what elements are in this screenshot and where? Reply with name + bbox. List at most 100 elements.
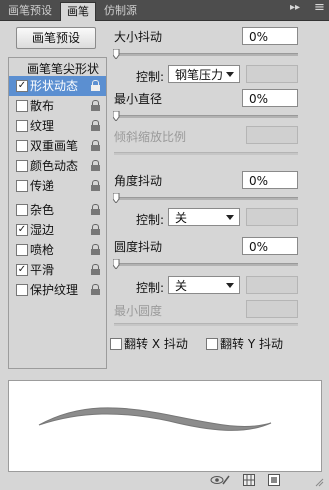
checkbox-smoothing[interactable]: ✓ (16, 264, 28, 276)
lock-icon[interactable] (91, 224, 100, 235)
tab-brush-presets[interactable]: 画笔预设 (2, 2, 58, 20)
panel-tab-bar: 画笔预设 画笔 仿制源 ▸▸ ≡ (0, 0, 329, 21)
list-item-noise[interactable]: 杂色 (9, 200, 106, 220)
list-item-airbrush[interactable]: 喷枪 (9, 240, 106, 260)
min-diameter-slider[interactable] (114, 115, 298, 118)
tilt-scale-slider (114, 152, 298, 155)
list-item-label: 保护纹理 (30, 283, 79, 297)
tab-clone-source[interactable]: 仿制源 (98, 2, 143, 20)
tab-brush[interactable]: 画笔 (60, 2, 96, 21)
list-item-dual-brush[interactable]: 双重画笔 (9, 136, 106, 156)
size-control-value: 钢笔压力 (175, 68, 224, 82)
checkbox-transfer[interactable] (16, 180, 28, 192)
angle-control-value: 关 (175, 211, 188, 225)
tilt-scale-field (246, 126, 298, 144)
lock-icon[interactable] (91, 160, 100, 171)
list-item-label: 散布 (30, 99, 55, 113)
collapse-icon[interactable]: ▸▸ (290, 2, 300, 13)
angle-jitter-label: 角度抖动 (114, 174, 163, 188)
size-jitter-label: 大小抖动 (114, 30, 163, 44)
flip-y-checkbox[interactable] (206, 338, 218, 350)
list-item-label: 颜色动态 (30, 159, 79, 173)
brush-presets-button[interactable]: 画笔预设 (16, 27, 96, 49)
min-diameter-field[interactable]: 0% (242, 89, 298, 107)
flip-y-label: 翻转 Y 抖动 (220, 337, 283, 351)
size-control-fade-field (246, 65, 298, 83)
chevron-down-icon (226, 215, 234, 220)
bottom-toolbar (0, 473, 329, 488)
size-control-select[interactable]: 钢笔压力 (168, 65, 240, 83)
list-item-label: 双重画笔 (30, 139, 79, 153)
roundness-jitter-field[interactable]: 0% (242, 237, 298, 255)
roundness-jitter-label: 圆度抖动 (114, 240, 163, 254)
eye-brush-icon[interactable] (210, 474, 230, 489)
lock-icon[interactable] (91, 80, 100, 91)
panel-menu-icon[interactable]: ≡ (314, 0, 325, 15)
roundness-jitter-slider[interactable] (114, 263, 298, 266)
flip-x-label: 翻转 X 抖动 (124, 337, 188, 351)
angle-control-select[interactable]: 关 (168, 208, 240, 226)
size-control-label: 控制: (136, 70, 165, 84)
brush-stroke-preview-graphic (38, 407, 272, 431)
roundness-jitter-slider-thumb[interactable] (113, 259, 120, 269)
angle-control-label: 控制: (136, 213, 165, 227)
lock-icon[interactable] (91, 284, 100, 295)
list-item-label: 喷枪 (30, 243, 55, 257)
list-item-smoothing[interactable]: ✓ 平滑 (9, 260, 106, 280)
roundness-control-select[interactable]: 关 (168, 276, 240, 294)
tab-label: 仿制源 (104, 4, 137, 17)
brush-stroke-preview (8, 380, 322, 472)
grid-icon[interactable] (243, 474, 255, 489)
list-item-transfer[interactable]: 传递 (9, 176, 106, 196)
checkbox-dual-brush[interactable] (16, 140, 28, 152)
min-diameter-slider-thumb[interactable] (113, 111, 120, 121)
roundness-control-fade-field (246, 276, 298, 294)
list-item-label: 湿边 (30, 223, 55, 237)
checkbox-noise[interactable] (16, 204, 28, 216)
angle-jitter-slider[interactable] (114, 197, 298, 200)
checkbox-color-dynamics[interactable] (16, 160, 28, 172)
lock-icon[interactable] (91, 120, 100, 131)
chevron-down-icon (226, 72, 234, 77)
lock-icon[interactable] (91, 100, 100, 111)
size-jitter-field[interactable]: 0% (242, 27, 298, 45)
lock-icon[interactable] (91, 244, 100, 255)
min-roundness-field (246, 300, 298, 318)
flip-x-checkbox[interactable] (110, 338, 122, 350)
checkbox-scattering[interactable] (16, 100, 28, 112)
list-item-scattering[interactable]: 散布 (9, 96, 106, 116)
angle-control-fade-field (246, 208, 298, 226)
tab-label: 画笔 (67, 5, 89, 18)
checkbox-protect-texture[interactable] (16, 284, 28, 296)
list-item-label: 纹理 (30, 119, 55, 133)
checkbox-texture[interactable] (16, 120, 28, 132)
list-item-label: 杂色 (30, 203, 55, 217)
lock-icon[interactable] (91, 264, 100, 275)
angle-jitter-slider-thumb[interactable] (113, 193, 120, 203)
checkbox-airbrush[interactable] (16, 244, 28, 256)
roundness-control-value: 关 (175, 279, 188, 293)
min-diameter-label: 最小直径 (114, 92, 163, 106)
tab-label: 画笔预设 (8, 4, 52, 17)
brush-presets-button-label: 画笔预设 (31, 31, 80, 45)
roundness-control-label: 控制: (136, 281, 165, 295)
brush-tip-shape-item[interactable]: 画笔笔尖形状 (27, 60, 99, 77)
lock-icon[interactable] (91, 180, 100, 191)
list-item-label: 平滑 (30, 263, 55, 277)
lock-icon[interactable] (91, 140, 100, 151)
lock-icon[interactable] (91, 204, 100, 215)
size-jitter-slider[interactable] (114, 53, 298, 56)
list-item-wet-edges[interactable]: ✓ 湿边 (9, 220, 106, 240)
angle-jitter-field[interactable]: 0% (242, 171, 298, 189)
tilt-scale-label: 倾斜缩放比例 (114, 130, 187, 144)
list-item-protect-texture[interactable]: 保护纹理 (9, 280, 106, 300)
min-roundness-slider (114, 323, 298, 326)
list-item-texture[interactable]: 纹理 (9, 116, 106, 136)
size-jitter-slider-thumb[interactable] (113, 49, 120, 59)
checkbox-shape-dynamics[interactable]: ✓ (16, 80, 28, 92)
checkbox-wet-edges[interactable]: ✓ (16, 224, 28, 236)
list-item-color-dynamics[interactable]: 颜色动态 (9, 156, 106, 176)
brush-settings-list: 画笔笔尖形状 ✓ 形状动态 散布 纹理 双重画笔 颜色动态 传递 杂色 ✓ 湿边 (8, 57, 107, 369)
new-preset-icon[interactable] (268, 474, 280, 489)
list-item-shape-dynamics[interactable]: ✓ 形状动态 (9, 76, 106, 96)
